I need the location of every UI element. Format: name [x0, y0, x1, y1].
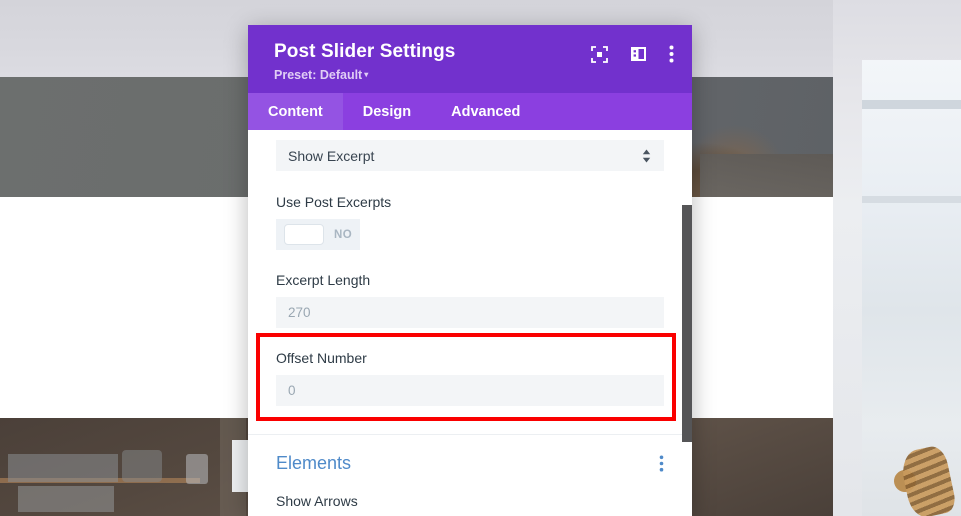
post-slider-settings-modal: Post Slider Settings Preset: Default ▾ C… — [248, 25, 692, 516]
background-window — [862, 60, 961, 516]
use-post-excerpts-label: Use Post Excerpts — [276, 194, 392, 210]
excerpt-length-input[interactable] — [276, 297, 664, 328]
field-use-post-excerpts: Use Post Excerpts NO — [276, 194, 664, 250]
field-excerpt-length: Excerpt Length — [276, 272, 664, 328]
elements-section-title: Elements — [276, 453, 352, 473]
toggle-state-label: NO — [334, 228, 353, 241]
background-window-sill — [862, 100, 961, 109]
elements-section-header: Elements — [276, 435, 664, 474]
fullscreen-icon[interactable] — [591, 45, 608, 63]
show-excerpt-select[interactable]: Show Excerpt — [276, 140, 664, 171]
modal-header: Post Slider Settings Preset: Default ▾ — [248, 25, 692, 93]
photo-panel-shape — [122, 450, 162, 482]
preset-selector[interactable]: Preset: Default ▾ — [274, 68, 672, 82]
modal-header-icons — [591, 45, 674, 63]
use-post-excerpts-toggle[interactable]: NO — [276, 219, 361, 250]
modal-body: Show Excerpt Use Post Excerpts NO Excerp… — [248, 130, 692, 516]
photo-light-shape — [186, 454, 208, 484]
modal-scrollbar-thumb[interactable] — [682, 205, 692, 442]
layout-panel-icon[interactable] — [630, 46, 647, 62]
offset-number-label: Offset Number — [276, 350, 367, 366]
show-excerpt-value: Show Excerpt — [288, 147, 375, 164]
background-window-sill-lower — [862, 196, 961, 203]
photo-seat-shape — [8, 454, 118, 482]
field-show-excerpt: Show Excerpt — [276, 140, 664, 171]
photo-seat2-shape — [18, 486, 114, 512]
toggle-knob — [284, 224, 324, 245]
screen-root: Est ve by Randy | January 12 um dolor si… — [0, 0, 961, 516]
tab-advanced[interactable]: Advanced — [431, 93, 540, 130]
tab-content[interactable]: Content — [248, 93, 343, 130]
select-stepper-arrows-icon — [642, 149, 651, 163]
field-offset-number: Offset Number — [276, 350, 664, 406]
elements-more-options-icon[interactable] — [659, 455, 664, 472]
modal-tabbar: Content Design Advanced — [248, 93, 692, 130]
tab-design[interactable]: Design — [343, 93, 431, 130]
excerpt-length-label: Excerpt Length — [276, 272, 371, 288]
show-arrows-label: Show Arrows — [276, 493, 358, 509]
offset-number-input[interactable] — [276, 375, 664, 406]
preset-label: Preset: Default — [274, 68, 363, 82]
more-options-icon[interactable] — [669, 45, 674, 63]
modal-scrollbar-track[interactable] — [682, 130, 692, 516]
chevron-down-icon: ▾ — [364, 70, 369, 79]
